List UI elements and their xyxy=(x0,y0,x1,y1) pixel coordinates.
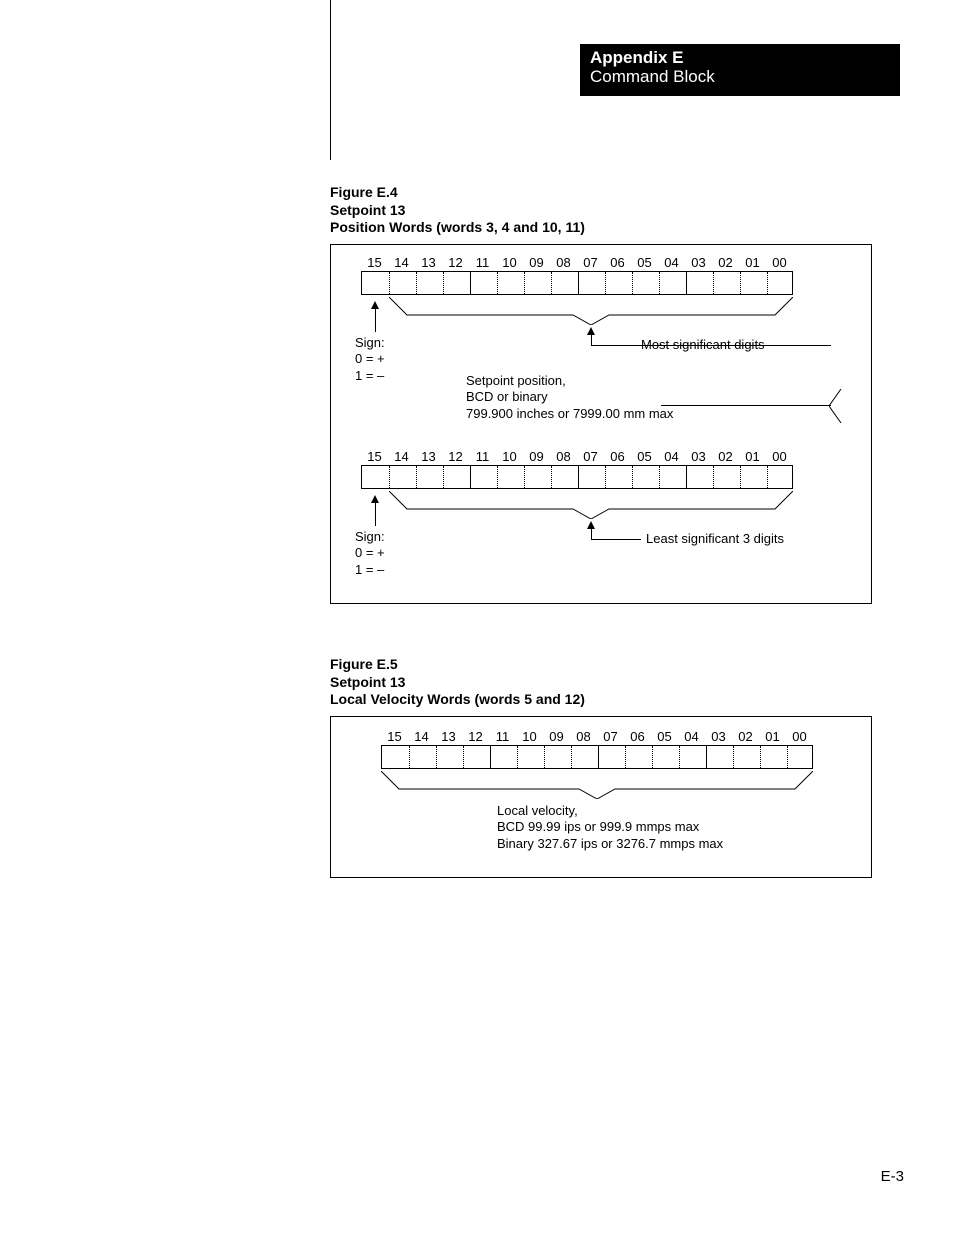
bit-label: 04 xyxy=(658,255,685,270)
bit-label: 05 xyxy=(651,729,678,744)
sign-label-line: 0 = + xyxy=(355,545,385,561)
setpoint-text-line: Setpoint position, xyxy=(466,373,673,389)
figure-e5-caption-line1: Figure E.5 xyxy=(330,656,585,674)
brace-icon xyxy=(381,771,813,799)
sign-label-line: 0 = + xyxy=(355,351,385,367)
bit-label: 04 xyxy=(658,449,685,464)
bit-label: 01 xyxy=(759,729,786,744)
header-subtitle: Command Block xyxy=(590,68,890,87)
bit-label: 13 xyxy=(415,449,442,464)
sign-label-line: Sign: xyxy=(355,529,385,545)
bit-label: 11 xyxy=(469,255,496,270)
figure-e4-caption: Figure E.4 Setpoint 13 Position Words (w… xyxy=(330,184,585,237)
bit-label: 05 xyxy=(631,449,658,464)
figure-e5: 15141312111009080706050403020100 Local v… xyxy=(330,716,872,878)
bit-label: 14 xyxy=(408,729,435,744)
bit-label: 09 xyxy=(523,255,550,270)
connector-line xyxy=(591,335,592,345)
bit-label: 12 xyxy=(442,255,469,270)
figure-e4-caption-line1: Figure E.4 xyxy=(330,184,585,202)
lsd-label: Least significant 3 digits xyxy=(646,531,784,547)
bit-label: 09 xyxy=(523,449,550,464)
bits-row-e5: 15141312111009080706050403020100 xyxy=(381,729,813,743)
connector-line xyxy=(591,345,831,346)
bit-label: 07 xyxy=(597,729,624,744)
word-bar-lower xyxy=(361,465,793,489)
bit-label: 08 xyxy=(570,729,597,744)
bit-label: 12 xyxy=(462,729,489,744)
bit-label: 15 xyxy=(361,449,388,464)
bit-label: 15 xyxy=(381,729,408,744)
bit-label: 06 xyxy=(604,255,631,270)
bits-row-upper: 15141312111009080706050403020100 xyxy=(361,255,793,269)
local-velocity-text: Local velocity, BCD 99.99 ips or 999.9 m… xyxy=(497,803,723,852)
page-number: E-3 xyxy=(881,1168,904,1185)
bit-label: 04 xyxy=(678,729,705,744)
figure-e4: 15141312111009080706050403020100 Sign: 0… xyxy=(330,244,872,604)
appendix-label: Appendix E xyxy=(590,48,890,68)
sign-label-lower: Sign: 0 = + 1 = – xyxy=(355,529,385,578)
sign-label-line: Sign: xyxy=(355,335,385,351)
bit-label: 13 xyxy=(415,255,442,270)
connector-line xyxy=(591,529,592,539)
bit-label: 00 xyxy=(766,255,793,270)
bit-label: 02 xyxy=(732,729,759,744)
brace-icon xyxy=(389,297,793,325)
sign-label-line: 1 = – xyxy=(355,562,385,578)
arrow-up-icon xyxy=(587,521,595,529)
figure-e5-caption: Figure E.5 Setpoint 13 Local Velocity Wo… xyxy=(330,656,585,709)
bit-label: 14 xyxy=(388,255,415,270)
word-bar-upper xyxy=(361,271,793,295)
bit-label: 02 xyxy=(712,449,739,464)
header-divider xyxy=(330,0,331,160)
local-velocity-line: BCD 99.99 ips or 999.9 mmps max xyxy=(497,819,723,835)
bit-label: 08 xyxy=(550,449,577,464)
connector-line xyxy=(661,405,831,406)
brace-icon xyxy=(389,491,793,519)
bit-label: 03 xyxy=(685,255,712,270)
bit-label: 08 xyxy=(550,255,577,270)
sign-label-upper: Sign: 0 = + 1 = – xyxy=(355,335,385,384)
bit-label: 07 xyxy=(577,255,604,270)
bits-row-lower: 15141312111009080706050403020100 xyxy=(361,449,793,463)
local-velocity-line: Binary 327.67 ips or 3276.7 mmps max xyxy=(497,836,723,852)
bit-label: 10 xyxy=(496,255,523,270)
setpoint-text-line: 799.900 inches or 7999.00 mm max xyxy=(466,406,673,422)
bit-label: 07 xyxy=(577,449,604,464)
arrow-up-icon xyxy=(587,327,595,335)
bit-label: 13 xyxy=(435,729,462,744)
sign-label-line: 1 = – xyxy=(355,368,385,384)
bit-label: 14 xyxy=(388,449,415,464)
bit-label: 10 xyxy=(516,729,543,744)
bit-label: 10 xyxy=(496,449,523,464)
word-bar-e5 xyxy=(381,745,813,769)
figure-e5-caption-line3: Local Velocity Words (words 5 and 12) xyxy=(330,691,585,709)
bit-label: 05 xyxy=(631,255,658,270)
setpoint-text: Setpoint position, BCD or binary 799.900… xyxy=(466,373,673,422)
sign-leader xyxy=(375,308,376,332)
connector-line xyxy=(591,539,641,540)
sign-leader xyxy=(375,502,376,526)
bit-label: 09 xyxy=(543,729,570,744)
bit-label: 00 xyxy=(786,729,813,744)
bit-label: 12 xyxy=(442,449,469,464)
setpoint-text-line: BCD or binary xyxy=(466,389,673,405)
bit-label: 03 xyxy=(685,449,712,464)
figure-e5-caption-line2: Setpoint 13 xyxy=(330,674,585,692)
angle-icon xyxy=(829,389,843,423)
bit-label: 01 xyxy=(739,255,766,270)
bit-label: 03 xyxy=(705,729,732,744)
figure-e4-caption-line2: Setpoint 13 xyxy=(330,202,585,220)
bit-label: 06 xyxy=(604,449,631,464)
bit-label: 01 xyxy=(739,449,766,464)
bit-label: 02 xyxy=(712,255,739,270)
bit-label: 11 xyxy=(469,449,496,464)
local-velocity-line: Local velocity, xyxy=(497,803,723,819)
figure-e4-caption-line3: Position Words (words 3, 4 and 10, 11) xyxy=(330,219,585,237)
bit-label: 11 xyxy=(489,729,516,744)
header-box: Appendix E Command Block xyxy=(580,44,900,96)
bit-label: 15 xyxy=(361,255,388,270)
bit-label: 00 xyxy=(766,449,793,464)
bit-label: 06 xyxy=(624,729,651,744)
